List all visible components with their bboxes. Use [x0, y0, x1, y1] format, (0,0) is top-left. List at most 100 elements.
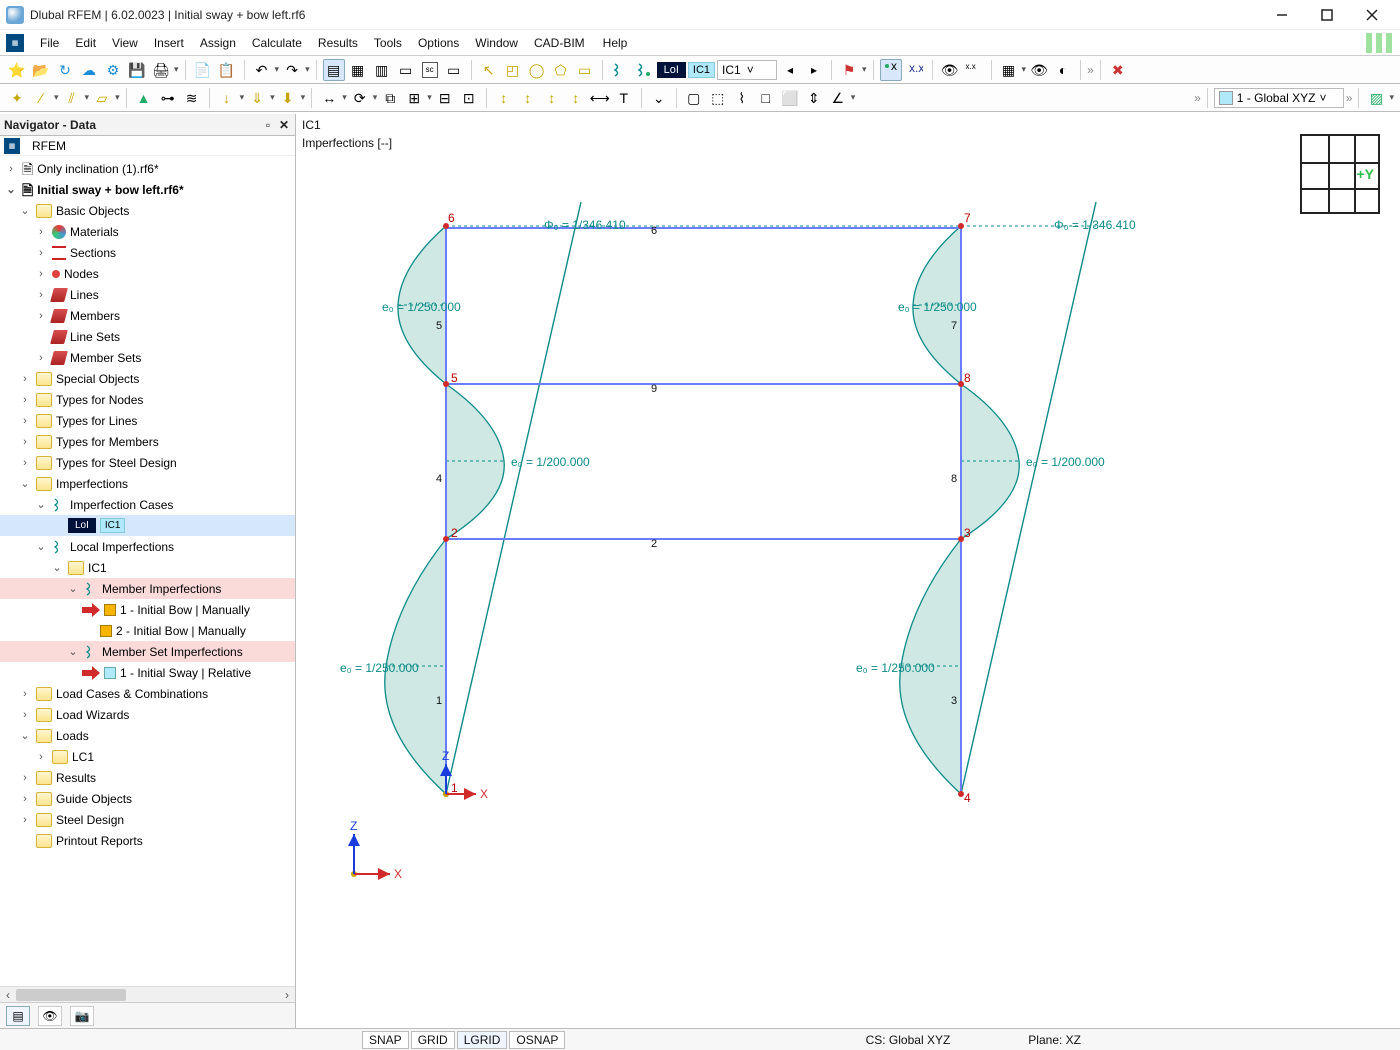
- filter-icon[interactable]: ⚑: [838, 59, 860, 81]
- tree-mi1[interactable]: 1 - Initial Bow | Manually: [0, 599, 295, 620]
- panel-icon[interactable]: ▥: [371, 59, 393, 81]
- tree-msi1[interactable]: 1 - Initial Sway | Relative: [0, 662, 295, 683]
- open-file-icon[interactable]: 📂: [30, 59, 52, 81]
- panel-pin-icon[interactable]: ▫: [261, 118, 275, 132]
- tree-printout[interactable]: Printout Reports: [56, 834, 143, 848]
- text-icon[interactable]: T: [613, 87, 635, 109]
- measure-3-icon[interactable]: ↕: [541, 87, 563, 109]
- tree-types-nodes[interactable]: Types for Nodes: [56, 393, 143, 407]
- measure-1-icon[interactable]: ↕: [493, 87, 515, 109]
- move-icon[interactable]: ↔: [318, 87, 340, 109]
- line-mark-icon[interactable]: ∕: [30, 87, 52, 109]
- select-poly-icon[interactable]: ⬠: [550, 59, 572, 81]
- tree-nodes[interactable]: Nodes: [64, 267, 99, 281]
- sidebar-scrollbar[interactable]: ‹›: [0, 986, 295, 1002]
- imperfection-case-icon[interactable]: [609, 59, 631, 81]
- member-mark-icon[interactable]: ⫽: [61, 87, 83, 109]
- tree-model-1[interactable]: Only inclination (1).rf6*: [37, 162, 158, 176]
- select-circle-icon[interactable]: ◯: [526, 59, 548, 81]
- connect-icon[interactable]: ⊡: [458, 87, 480, 109]
- status-osnap[interactable]: OSNAP: [509, 1031, 565, 1049]
- refresh-icon[interactable]: ↻: [54, 59, 76, 81]
- menu-cadbim[interactable]: CAD-BIM: [526, 34, 593, 52]
- divide-icon[interactable]: ⊟: [434, 87, 456, 109]
- navigator-tree[interactable]: ›🗎Only inclination (1).rf6* ⌄🗎Initial sw…: [0, 156, 295, 986]
- view-persp-icon[interactable]: ⬚: [707, 87, 729, 109]
- view-iso-icon[interactable]: ▢: [683, 87, 705, 109]
- script-icon[interactable]: ▭: [443, 59, 465, 81]
- viewport[interactable]: IC1 Imperfections [--]: [296, 114, 1400, 1028]
- load-line-icon[interactable]: ⇓: [246, 87, 268, 109]
- coord-dropdown[interactable]: 1 - Global XYZ˅: [1214, 88, 1344, 108]
- surface-mark-icon[interactable]: ▱: [91, 87, 113, 109]
- table-icon[interactable]: ▦: [347, 59, 369, 81]
- view-angle-icon[interactable]: ∠: [827, 87, 849, 109]
- rotate-icon[interactable]: ⟳: [349, 87, 371, 109]
- extrude-icon[interactable]: ⊞: [403, 87, 425, 109]
- node-mark-icon[interactable]: ✦: [6, 87, 28, 109]
- imperfection-apply-icon[interactable]: [633, 59, 655, 81]
- release-icon[interactable]: ≋: [181, 87, 203, 109]
- tree-imperfections[interactable]: Imperfections: [56, 477, 128, 491]
- nav-tab-cam[interactable]: 📷: [70, 1006, 94, 1026]
- tree-line-sets[interactable]: Line Sets: [70, 330, 120, 344]
- dimension-icon[interactable]: ⟷: [589, 87, 611, 109]
- menu-view[interactable]: View: [104, 34, 146, 52]
- maximize-button[interactable]: [1304, 1, 1349, 29]
- tree-loads[interactable]: Loads: [56, 729, 89, 743]
- menu-help[interactable]: Help: [595, 34, 636, 52]
- tree-lines[interactable]: Lines: [70, 288, 99, 302]
- view-wire-icon[interactable]: ⌇: [731, 87, 753, 109]
- paste-icon[interactable]: 📋: [216, 59, 238, 81]
- console-icon[interactable]: ▭: [395, 59, 417, 81]
- filter-funnel-icon[interactable]: ⌄: [648, 87, 670, 109]
- close-button[interactable]: [1349, 1, 1394, 29]
- tree-local-imp[interactable]: Local Imperfections: [70, 540, 174, 554]
- cloud-icon[interactable]: ☁: [78, 59, 100, 81]
- measure-2-icon[interactable]: ↕: [517, 87, 539, 109]
- hinge-icon[interactable]: ⊶: [157, 87, 179, 109]
- undo-icon[interactable]: ↶: [251, 59, 273, 81]
- mirror-icon[interactable]: ⧉: [379, 87, 401, 109]
- menu-assign[interactable]: Assign: [192, 34, 244, 52]
- redo-icon[interactable]: ↷: [281, 59, 303, 81]
- script-sc-icon[interactable]: sc: [419, 59, 441, 81]
- copy-icon[interactable]: 📄: [192, 59, 214, 81]
- tree-results[interactable]: Results: [56, 771, 96, 785]
- menu-file[interactable]: File: [32, 34, 67, 52]
- tree-load-wizards[interactable]: Load Wizards: [56, 708, 129, 722]
- view-sections-icon[interactable]: x.x: [904, 59, 926, 81]
- menu-edit[interactable]: Edit: [67, 34, 104, 52]
- tree-lol-ic1[interactable]: ·LoIIC1: [0, 515, 295, 536]
- visibility-eye-icon[interactable]: 👁: [939, 59, 961, 81]
- tree-types-members[interactable]: Types for Members: [56, 435, 159, 449]
- nav-tab-data[interactable]: ▤: [6, 1006, 30, 1026]
- load-area-icon[interactable]: ⬇: [277, 87, 299, 109]
- load-node-icon[interactable]: ↓: [216, 87, 238, 109]
- case-dropdown[interactable]: IC1˅: [717, 60, 777, 80]
- menu-results[interactable]: Results: [310, 34, 366, 52]
- visibility-xxx-icon[interactable]: x.x: [963, 59, 985, 81]
- menu-tools[interactable]: Tools: [366, 34, 410, 52]
- measure-4-icon[interactable]: ↕: [565, 87, 587, 109]
- colors-icon[interactable]: ▦: [998, 59, 1020, 81]
- print-icon[interactable]: 🖨: [150, 59, 172, 81]
- tree-ic1[interactable]: IC1: [88, 561, 107, 575]
- view-numbering-icon[interactable]: x: [880, 59, 902, 81]
- tree-steel[interactable]: Steel Design: [56, 813, 124, 827]
- next-case-icon[interactable]: ▸: [803, 59, 825, 81]
- delete-x-icon[interactable]: ✖: [1107, 59, 1129, 81]
- select-rect-icon[interactable]: ◰: [502, 59, 524, 81]
- minimize-button[interactable]: [1259, 1, 1304, 29]
- tree-sections[interactable]: Sections: [70, 246, 116, 260]
- status-grid[interactable]: GRID: [411, 1031, 455, 1049]
- select-window-icon[interactable]: ▭: [574, 59, 596, 81]
- transparency-icon[interactable]: 👁: [1028, 59, 1050, 81]
- menu-window[interactable]: Window: [467, 34, 526, 52]
- tree-lcc[interactable]: Load Cases & Combinations: [56, 687, 208, 701]
- menu-calculate[interactable]: Calculate: [244, 34, 310, 52]
- tree-mi2[interactable]: ·2 - Initial Bow | Manually: [0, 620, 295, 641]
- block-manager-icon[interactable]: ⚙: [102, 59, 124, 81]
- select-arrow-icon[interactable]: ↖: [478, 59, 500, 81]
- tree-member-imperfections[interactable]: ⌄Member Imperfections: [0, 578, 295, 599]
